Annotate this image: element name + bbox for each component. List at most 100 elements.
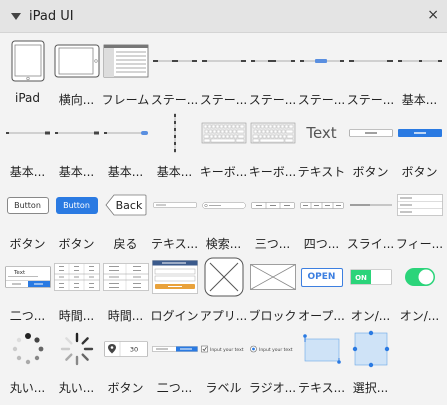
shape-label: ボタン <box>352 165 389 179</box>
panel-header[interactable]: iPad UI × <box>0 0 447 33</box>
shape-item-slider[interactable]: スライ... <box>346 182 395 254</box>
shape-label: オン/... <box>399 309 440 323</box>
shape-item-status-bar[interactable]: ステー... <box>297 38 346 110</box>
shape-item-frame[interactable]: フレーム <box>101 38 150 110</box>
checkbox-label-icon: Input your text <box>200 326 247 372</box>
shape-label: ステー... <box>199 93 248 107</box>
status-bar-icon <box>200 38 247 84</box>
button-sample: Button <box>6 196 49 214</box>
button-icon: Button <box>4 182 51 228</box>
on-off-switch-icon: ON <box>347 254 394 300</box>
shape-item-dialog-two[interactable]: Text 二つ... <box>3 254 52 326</box>
shape-item-button-blue-text[interactable]: Button ボタン <box>52 182 101 254</box>
segmented-three-icon <box>249 182 296 228</box>
shape-item-stepper-button[interactable]: 30 ボタン <box>101 326 150 398</box>
checkbox-text: Input your text <box>210 347 244 353</box>
shape-label: ログイン <box>150 309 199 323</box>
two-field-icon <box>151 326 198 372</box>
shape-item-button-blue[interactable]: ボタン <box>395 110 444 182</box>
segmented-four-icon <box>298 182 345 228</box>
keyboard-icon <box>200 110 247 156</box>
shape-item-two-field[interactable]: 二つ... <box>150 326 199 398</box>
shape-item-spinner-lines[interactable]: 丸い... <box>52 326 101 398</box>
status-bar-icon <box>151 38 198 84</box>
shape-item-text-field[interactable]: テキス... <box>150 182 199 254</box>
stepper-value-text: 30 <box>129 346 137 354</box>
shape-label: オン/... <box>350 309 391 323</box>
radio-label-icon: Input your text <box>249 326 296 372</box>
dialog-two-icon: Text <box>4 254 51 300</box>
basic-bar-icon <box>102 110 149 156</box>
open-button-icon: OPEN <box>298 254 345 300</box>
shape-label: 丸い... <box>58 381 95 395</box>
shape-label: ラジオ... <box>248 381 297 395</box>
shape-label: ボタン <box>9 237 46 251</box>
shape-label: ボタン <box>58 237 95 251</box>
shape-item-text-selection[interactable]: テキス... <box>297 326 346 398</box>
shape-item-on-off-switch[interactable]: ON オン/... <box>346 254 395 326</box>
shape-item-button-text[interactable]: Button ボタン <box>3 182 52 254</box>
shape-item-search-field[interactable]: 検索... <box>199 182 248 254</box>
app-icon <box>200 254 247 300</box>
basic-bar-icon <box>4 110 51 156</box>
text-field-icon <box>151 182 198 228</box>
shape-item-status-bar[interactable]: ステー... <box>346 38 395 110</box>
shape-item-block[interactable]: ブロック <box>248 254 297 326</box>
shape-label: ボタン <box>107 381 144 395</box>
text-sample: Text <box>306 124 337 142</box>
shape-label: 四つ... <box>303 237 340 251</box>
shape-item-basic-vertical[interactable]: 基本... <box>150 110 199 182</box>
shape-item-checkbox-label[interactable]: Input your text ラベル <box>199 326 248 398</box>
shape-item-open-button[interactable]: OPEN オープ... <box>297 254 346 326</box>
text-icon: Text <box>298 110 345 156</box>
shape-item-button[interactable]: ボタン <box>346 110 395 182</box>
text-selection-icon <box>298 326 345 372</box>
shape-item-login[interactable]: ログイン <box>150 254 199 326</box>
shape-item-radio-label[interactable]: Input your text ラジオ... <box>248 326 297 398</box>
shape-item-basic-bar[interactable]: 基本... <box>3 110 52 182</box>
status-bar-icon <box>347 38 394 84</box>
shape-item-basic-bar[interactable]: 基本... <box>101 110 150 182</box>
stepper-button-icon: 30 <box>102 326 149 372</box>
shape-item-keyboard[interactable]: キーボ... <box>248 110 297 182</box>
collapse-triangle-icon[interactable] <box>11 12 21 20</box>
shape-item-segmented-three[interactable]: 三つ... <box>248 182 297 254</box>
login-icon <box>151 254 198 300</box>
shape-item-status-bar[interactable]: ステー... <box>248 38 297 110</box>
close-icon[interactable]: × <box>427 7 439 23</box>
shape-item-app[interactable]: アプリ... <box>199 254 248 326</box>
shape-item-basic-bar[interactable]: 基本... <box>395 38 444 110</box>
shape-item-ipad[interactable]: iPad <box>3 38 52 110</box>
shape-item-spinner-dots[interactable]: 丸い... <box>3 326 52 398</box>
shape-item-keyboard[interactable]: キーボ... <box>199 110 248 182</box>
shape-label: キーボ... <box>199 165 248 179</box>
shape-item-ipad-landscape[interactable]: 横向... <box>52 38 101 110</box>
shape-item-back[interactable]: Back 戻る <box>101 182 150 254</box>
shape-label: 選択... <box>352 381 389 395</box>
shape-label: 横向... <box>58 93 95 107</box>
status-bar-icon <box>298 38 345 84</box>
shape-label: ステー... <box>248 93 297 107</box>
shape-label: ラベル <box>205 381 242 395</box>
shape-item-segmented-four[interactable]: 四つ... <box>297 182 346 254</box>
shape-item-status-bar[interactable]: ステー... <box>199 38 248 110</box>
shape-item-time-picker[interactable]: 時間... <box>101 254 150 326</box>
button-blue-icon: Button <box>53 182 100 228</box>
shape-item-status-bar[interactable]: ステー... <box>150 38 199 110</box>
shape-item-toggle[interactable]: オン/... <box>395 254 444 326</box>
shape-item-field-list[interactable]: フィー... <box>395 182 444 254</box>
status-bar-icon <box>249 38 296 84</box>
shape-item-text[interactable]: Text テキスト <box>297 110 346 182</box>
shape-item-time-picker[interactable]: 時間... <box>52 254 101 326</box>
shape-label: 戻る <box>113 237 138 251</box>
button-icon <box>347 110 394 156</box>
search-field-icon <box>200 182 247 228</box>
shape-label: 基本... <box>107 165 144 179</box>
panel-title: iPad UI <box>29 8 74 24</box>
shape-item-basic-bar[interactable]: 基本... <box>52 110 101 182</box>
shape-label: ボタン <box>401 165 438 179</box>
time-picker-icon <box>53 254 100 300</box>
keyboard-icon <box>249 110 296 156</box>
shape-item-selection-box[interactable]: 選択... <box>346 326 395 398</box>
time-picker-icon <box>102 254 149 300</box>
